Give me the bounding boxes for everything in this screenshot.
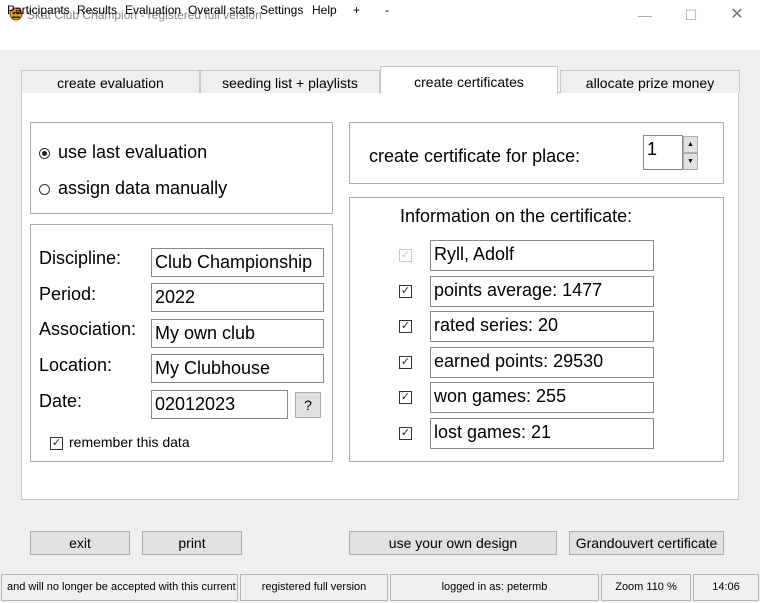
own-design-button[interactable]: use your own design (349, 531, 557, 555)
menu-participants[interactable]: Participants (7, 1, 70, 19)
menu-evaluation[interactable]: Evaluation (125, 1, 181, 19)
print-button[interactable]: print (142, 531, 242, 555)
tab-seeding-list[interactable]: seeding list + playlists (200, 70, 380, 93)
discipline-label: Discipline: (39, 248, 122, 268)
date-label: Date: (39, 391, 83, 411)
menu-overall-stats[interactable]: Overall stats (188, 1, 255, 19)
maximize-button[interactable]: ☐ (668, 0, 714, 30)
tab-allocate-prize-money[interactable]: allocate prize money (560, 70, 740, 93)
place-spinner-input[interactable]: 1 (643, 135, 683, 170)
place-up-button[interactable]: ▲ (683, 136, 698, 153)
location-label: Location: (39, 355, 113, 375)
menu-bar (0, 30, 760, 50)
date-help-button[interactable]: ? (295, 392, 321, 418)
lost-games-field[interactable]: lost games: 21 (430, 418, 654, 449)
status-zoom: Zoom 110 % (601, 574, 691, 601)
period-field[interactable]: 2022 (151, 283, 324, 312)
lost-games-checkbox[interactable]: ✓ (399, 427, 412, 440)
close-button[interactable]: ✕ (714, 0, 760, 30)
name-checkbox: ✓ (399, 249, 412, 262)
exit-button[interactable]: exit (30, 531, 130, 555)
points-average-checkbox[interactable]: ✓ (399, 285, 412, 298)
points-average-field[interactable]: points average: 1477 (430, 276, 654, 307)
status-message: and will no longer be accepted with this… (1, 574, 238, 601)
radio-button-selected (39, 147, 50, 159)
association-label: Association: (39, 319, 137, 339)
won-games-field[interactable]: won games: 255 (430, 382, 654, 413)
minimize-button[interactable]: — (622, 0, 668, 30)
location-field[interactable]: My Clubhouse (151, 354, 324, 383)
certificate-info-heading: Information on the certificate: (400, 206, 633, 226)
tab-create-certificates[interactable]: create certificates (380, 66, 558, 94)
radio-label: assign data manually (58, 178, 228, 198)
menu-plus[interactable]: + (353, 1, 360, 19)
rated-series-checkbox[interactable]: ✓ (399, 320, 412, 333)
remember-label: remember this data (69, 434, 190, 450)
discipline-field[interactable]: Club Championship (151, 248, 324, 277)
menu-results[interactable]: Results (77, 1, 117, 19)
tab-create-evaluation[interactable]: create evaluation (21, 70, 200, 93)
status-license: registered full version (240, 574, 388, 601)
earned-points-field[interactable]: earned points: 29530 (430, 347, 654, 378)
remember-checkbox[interactable]: ✓ (50, 437, 63, 450)
earned-points-checkbox[interactable]: ✓ (399, 356, 412, 369)
period-label: Period: (39, 284, 97, 304)
date-field[interactable]: 02012023 (151, 390, 288, 419)
place-down-button[interactable]: ▼ (683, 153, 698, 170)
radio-label: use last evaluation (58, 142, 208, 162)
menu-help[interactable]: Help (312, 1, 337, 19)
radio-use-last-evaluation[interactable]: use last evaluation (39, 142, 207, 163)
association-field[interactable]: My own club (151, 319, 324, 348)
source-group (30, 122, 333, 214)
grandouvert-certificate-button[interactable]: Grandouvert certificate (569, 531, 724, 555)
menu-minus[interactable]: - (385, 1, 389, 19)
place-label: create certificate for place: (369, 146, 581, 166)
menu-settings[interactable]: Settings (260, 1, 303, 19)
won-games-checkbox[interactable]: ✓ (399, 391, 412, 404)
rated-series-field[interactable]: rated series: 20 (430, 311, 654, 342)
status-user: logged in as: petermb (390, 574, 599, 601)
radio-assign-manually[interactable]: assign data manually (39, 178, 227, 199)
participant-name-field[interactable]: Ryll, Adolf (430, 240, 654, 271)
radio-button (39, 183, 50, 195)
status-time: 14:06 (693, 574, 759, 601)
